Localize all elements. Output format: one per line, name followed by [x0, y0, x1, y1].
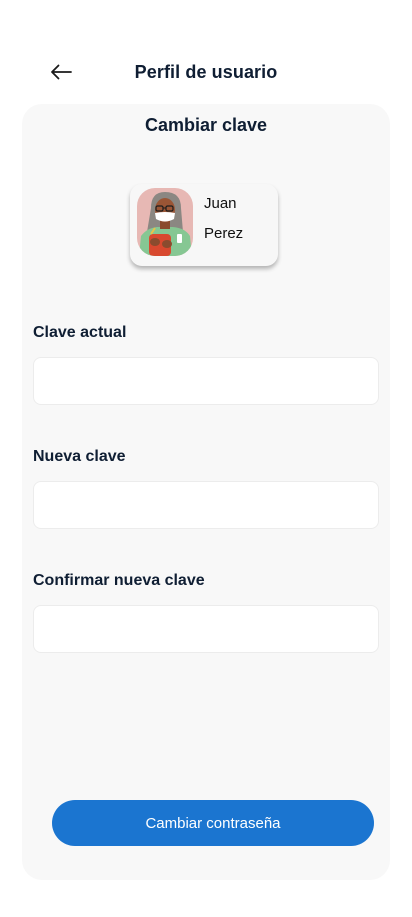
confirm-password-input[interactable]	[33, 605, 379, 653]
change-password-button[interactable]: Cambiar contraseña	[52, 800, 374, 846]
page-title: Perfil de usuario	[134, 62, 278, 82]
current-password-input[interactable]	[33, 357, 379, 405]
user-first-name: Juan	[204, 195, 237, 212]
card-title: Cambiar clave	[144, 115, 268, 135]
user-last-name: Perez	[204, 225, 244, 242]
avatar	[137, 188, 193, 256]
doctor-avatar-icon	[137, 188, 193, 256]
confirm-password-label: Confirmar nueva clave	[33, 572, 205, 589]
user-profile-chip: Juan Perez	[130, 184, 278, 266]
current-password-label: Clave actual	[33, 324, 127, 341]
app-header: Perfil de usuario	[0, 52, 412, 92]
new-password-label: Nueva clave	[33, 448, 126, 465]
new-password-input[interactable]	[33, 481, 379, 529]
change-password-card: Cambiar clave Juan Perez Clave actual Nu…	[22, 104, 390, 880]
